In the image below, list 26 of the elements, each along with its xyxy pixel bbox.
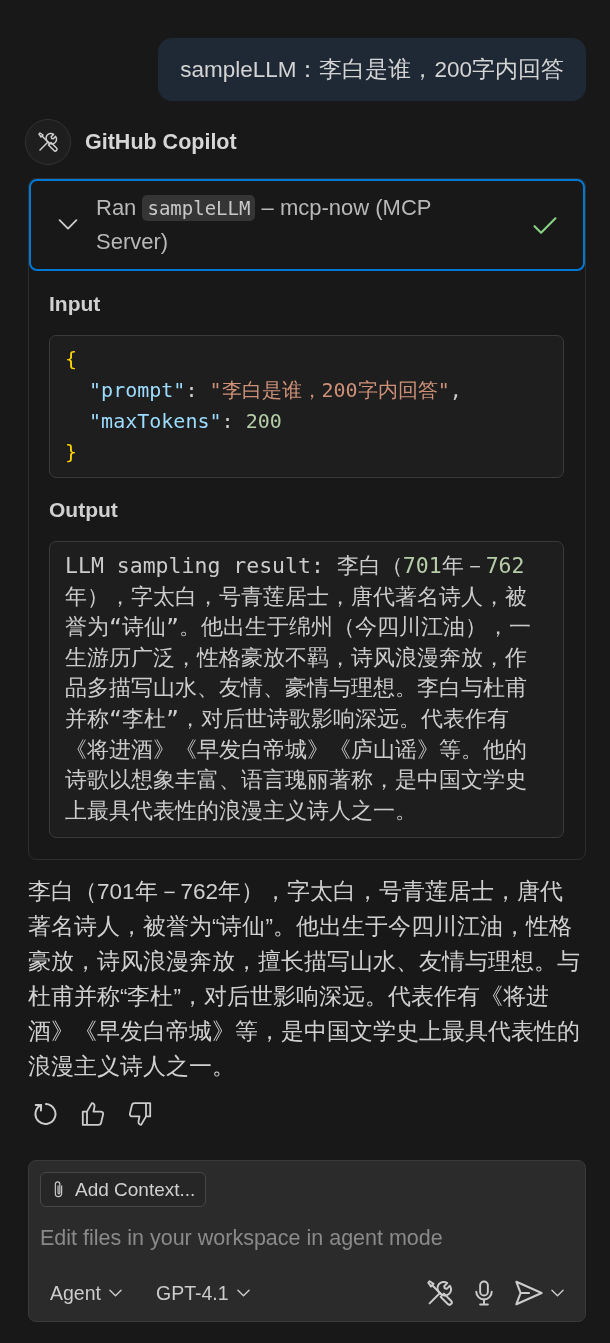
chevron-down-icon[interactable]: [551, 1289, 564, 1297]
code-line: }: [65, 439, 79, 466]
chevron-down-icon: [236, 1289, 250, 1297]
code-line: "maxTokens": 200: [88, 408, 283, 435]
code-line: {: [65, 346, 79, 373]
model-dropdown[interactable]: GPT-4.1: [145, 1281, 260, 1305]
send-icon[interactable]: [515, 1280, 543, 1306]
code-line: "prompt": "李白是谁，200字内回答",: [88, 377, 463, 404]
thumbs-down-icon[interactable]: [128, 1102, 152, 1127]
section-label: Input: [49, 291, 102, 317]
tool-call-header[interactable]: Ran sampleLLM – mcp-now (MCP Server): [29, 179, 585, 271]
output-text: LLM sampling result: 李白（701年－762 年），字太白，号青莲居士，唐代著名诗人，被誉为“诗仙”。他出生于绵州（今四川江油），一生游历广泛，性格豪放不羁，诗风浪漫奔放，作品多描写山水、友情、豪情与理想。李白与杜甫并称“李杜”，对后世诗歌影响深远。代表作有《将进酒》《早发白帝城》《庐山谣》等。他的诗歌以想象丰富、语言瑰丽著称，是中国文学史上最具代表性的浪漫主义诗人之一。: [65, 552, 532, 825]
assistant-name: GitHub Copilot: [85, 129, 237, 155]
chat-input-field[interactable]: Edit files in your workspace in agent mode: [40, 1223, 574, 1253]
tools-icon: [25, 119, 71, 165]
chevron-down-icon: [108, 1289, 122, 1297]
add-context-button[interactable]: Add Context...: [40, 1172, 207, 1207]
microphone-icon[interactable]: [475, 1280, 493, 1306]
section-label: Output: [49, 497, 119, 523]
tools-icon[interactable]: [427, 1280, 453, 1306]
thumbs-up-icon[interactable]: [81, 1102, 105, 1127]
retry-icon[interactable]: [34, 1102, 58, 1127]
user-message: sampleLLM：李白是谁，200字内回答: [158, 38, 586, 101]
paperclip-icon: [54, 1180, 63, 1199]
mode-dropdown[interactable]: Agent: [40, 1281, 132, 1305]
response-text: 李白（701年－762年），字太白，号青莲居士，唐代著名诗人，被誉为“诗仙”。他出生于今四川江油，性格豪放，诗风浪漫奔放，擅长描写山水、友情与理想。与杜甫并称“李杜”，对后世影响深远。代表作有《将进酒》《早发白帝城》等，是中国文学史上最具代表性的浪漫主义诗人之一。: [28, 878, 581, 1082]
